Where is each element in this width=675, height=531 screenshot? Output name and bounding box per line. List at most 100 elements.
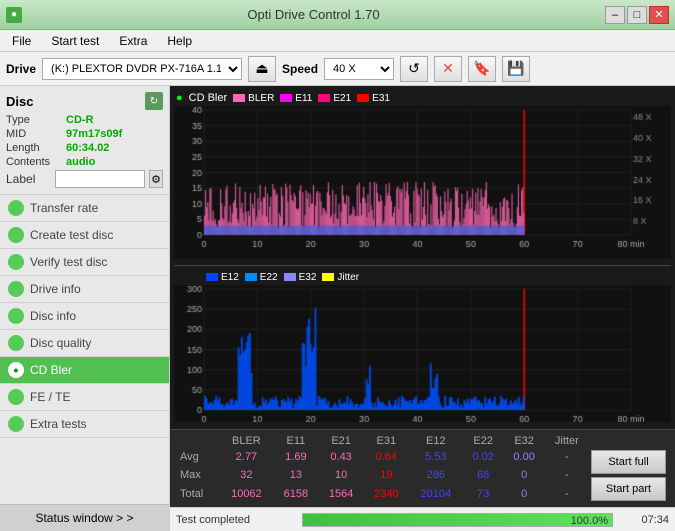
avg-bler: 2.77 <box>220 448 274 466</box>
disc-header: Disc ↻ <box>6 92 163 110</box>
chart1-icon: ● <box>176 92 183 104</box>
sidebar-item-label: Verify test disc <box>30 255 107 269</box>
erase-button[interactable]: ✕ <box>434 56 462 82</box>
disc-contents-label: Contents <box>6 156 66 168</box>
avg-label: Avg <box>176 448 220 466</box>
max-e11: 13 <box>273 466 318 484</box>
start-full-cell: Start full Start part <box>589 448 669 503</box>
disc-type-label: Type <box>6 114 66 126</box>
avg-e21: 0.43 <box>318 448 363 466</box>
chart2-area <box>174 285 671 422</box>
avg-e31: 0.64 <box>364 448 409 466</box>
sidebar-item-disc-quality[interactable]: Disc quality <box>0 330 169 357</box>
sidebar-item-disc-info[interactable]: Disc info <box>0 303 169 330</box>
sidebar-item-cd-bler[interactable]: ● CD Bler <box>0 357 169 384</box>
sidebar-item-extra-tests[interactable]: Extra tests <box>0 411 169 438</box>
sidebar-item-label: CD Bler <box>30 363 72 377</box>
charts-area: ● CD Bler BLER E11 E21 <box>170 86 675 429</box>
avg-e32: 0.00 <box>504 448 545 466</box>
chart1-area <box>174 106 671 259</box>
disc-length-row: Length 60:34.02 <box>6 142 163 154</box>
minimize-button[interactable]: – <box>605 6 625 24</box>
total-e12: 20104 <box>409 485 463 503</box>
legend-e11: E11 <box>280 93 312 104</box>
start-full-button[interactable]: Start full <box>591 450 666 474</box>
close-button[interactable]: ✕ <box>649 6 669 24</box>
disc-refresh-button[interactable]: ↻ <box>145 92 163 110</box>
max-e32: 0 <box>504 466 545 484</box>
drive-select[interactable]: (K:) PLEXTOR DVDR PX-716A 1.11 <box>42 58 242 80</box>
sidebar-item-create-test-disc[interactable]: Create test disc <box>0 222 169 249</box>
total-e32: 0 <box>504 485 545 503</box>
col-header-btn <box>589 434 669 448</box>
sidebar-item-label: FE / TE <box>30 390 70 404</box>
col-header-e31: E31 <box>364 434 409 448</box>
sidebar-item-drive-info[interactable]: Drive info <box>0 276 169 303</box>
create-test-disc-icon <box>8 227 24 243</box>
disc-quality-icon <box>8 335 24 351</box>
disc-info-icon <box>8 308 24 324</box>
bookmark-button[interactable]: 🔖 <box>468 56 496 82</box>
nav-items: Transfer rate Create test disc Verify te… <box>0 195 169 504</box>
status-window-button[interactable]: Status window > > <box>0 504 169 531</box>
menu-extra[interactable]: Extra <box>111 32 155 50</box>
label-settings-button[interactable]: ⚙ <box>149 170 163 188</box>
verify-test-disc-icon <box>8 254 24 270</box>
menu-help[interactable]: Help <box>159 32 200 50</box>
disc-title: Disc <box>6 94 33 109</box>
disc-type-value: CD-R <box>66 114 94 126</box>
titlebar-left: ● <box>6 7 22 23</box>
e12-color <box>206 273 218 281</box>
total-bler: 10062 <box>220 485 274 503</box>
stats-wrapper: BLER E11 E21 E31 E12 E22 E32 Jitter <box>170 429 675 507</box>
chart1-canvas <box>174 106 671 253</box>
eject-button[interactable]: ⏏ <box>248 56 276 82</box>
bler-color <box>233 94 245 102</box>
col-header-e12: E12 <box>409 434 463 448</box>
total-label: Total <box>176 485 220 503</box>
content-area: ● CD Bler BLER E11 E21 <box>170 86 675 531</box>
max-bler: 32 <box>220 466 274 484</box>
start-part-button[interactable]: Start part <box>591 477 666 501</box>
fe-te-icon <box>8 389 24 405</box>
disc-mid-row: MID 97m17s09f <box>6 128 163 140</box>
legend-bler: BLER <box>233 93 274 104</box>
refresh-button[interactable]: ↺ <box>400 56 428 82</box>
total-e11: 6158 <box>273 485 318 503</box>
menu-file[interactable]: File <box>4 32 39 50</box>
sidebar-item-label: Create test disc <box>30 228 113 242</box>
sidebar-item-transfer-rate[interactable]: Transfer rate <box>0 195 169 222</box>
total-e31: 2340 <box>364 485 409 503</box>
disc-length-value: 60:34.02 <box>66 142 109 154</box>
col-header-e22: E22 <box>463 434 504 448</box>
transfer-rate-icon <box>8 200 24 216</box>
sidebar-item-verify-test-disc[interactable]: Verify test disc <box>0 249 169 276</box>
disc-mid-value: 97m17s09f <box>66 128 122 140</box>
speed-select[interactable]: 40 X <box>324 58 394 80</box>
drivebar: Drive (K:) PLEXTOR DVDR PX-716A 1.11 ⏏ S… <box>0 52 675 86</box>
progress-bar <box>303 514 612 526</box>
titlebar: ● Opti Drive Control 1.70 – □ ✕ <box>0 0 675 30</box>
stats-area: BLER E11 E21 E31 E12 E22 E32 Jitter <box>170 429 675 507</box>
disc-length-label: Length <box>6 142 66 154</box>
main-content: Disc ↻ Type CD-R MID 97m17s09f Length 60… <box>0 86 675 531</box>
col-header-bler: BLER <box>220 434 274 448</box>
disc-mid-label: MID <box>6 128 66 140</box>
menu-start-test[interactable]: Start test <box>43 32 107 50</box>
e32-color <box>284 273 296 281</box>
disc-label-input[interactable] <box>55 170 145 188</box>
maximize-button[interactable]: □ <box>627 6 647 24</box>
sidebar-item-label: Transfer rate <box>30 201 98 215</box>
stats-table: BLER E11 E21 E31 E12 E22 E32 Jitter <box>176 434 669 503</box>
disc-contents-value: audio <box>66 156 95 168</box>
col-header-e11: E11 <box>273 434 318 448</box>
col-header-e32: E32 <box>504 434 545 448</box>
sidebar-item-fe-te[interactable]: FE / TE <box>0 384 169 411</box>
col-header-empty <box>176 434 220 448</box>
max-e21: 10 <box>318 466 363 484</box>
disc-type-row: Type CD-R <box>6 114 163 126</box>
disc-label-key: Label <box>6 172 51 186</box>
sidebar: Disc ↻ Type CD-R MID 97m17s09f Length 60… <box>0 86 170 531</box>
e21-color <box>318 94 330 102</box>
save-button[interactable]: 💾 <box>502 56 530 82</box>
